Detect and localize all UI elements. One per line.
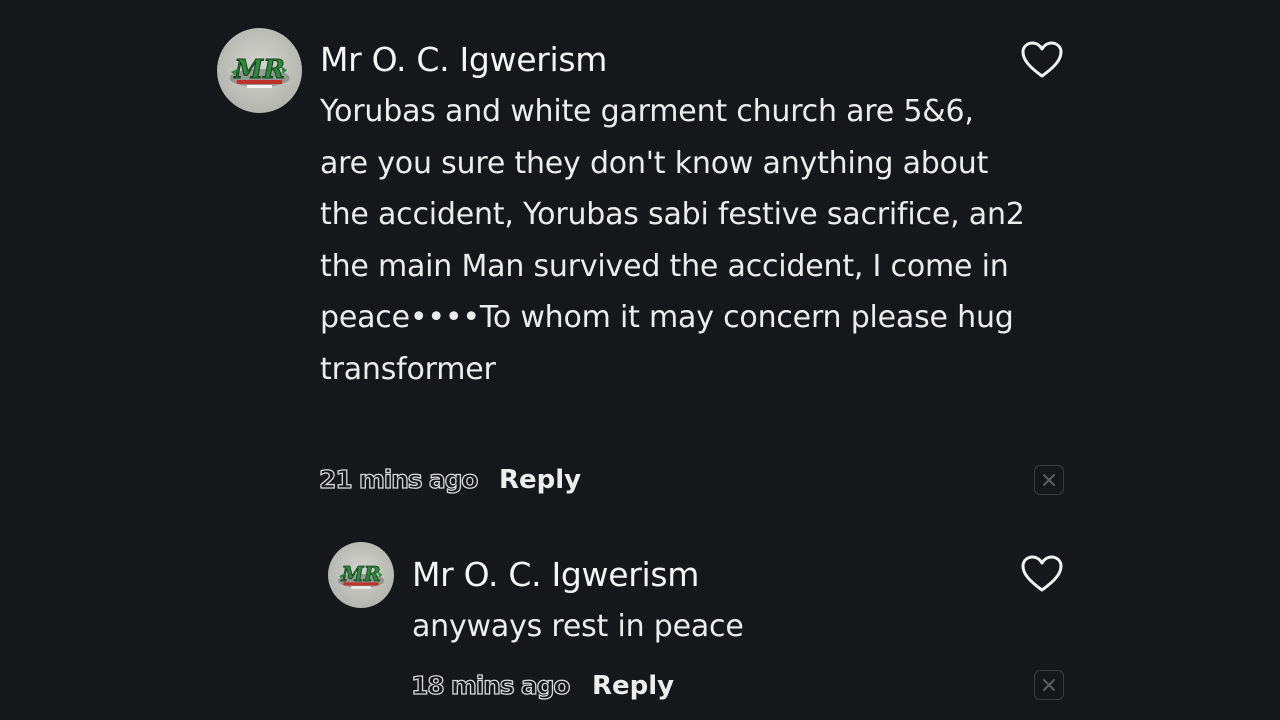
comment-line: peace••••To whom it may concern please h… [320, 300, 1014, 335]
dismiss-button[interactable] [1034, 670, 1064, 700]
heart-outline-icon [1021, 555, 1063, 592]
comment-line: the accident, Yorubas sabi festive sacri… [320, 197, 1025, 232]
comment-timestamp: 21 mins ago [318, 464, 479, 494]
comment-body: anyways rest in peace [412, 609, 744, 644]
comment-line: transformer [320, 351, 496, 387]
mr-logo-icon: MR [229, 55, 290, 88]
like-button[interactable] [1020, 40, 1064, 80]
mr-logo-icon: MR [337, 561, 385, 589]
dismiss-button[interactable] [1034, 465, 1064, 495]
comments-screen: MR Mr O. C. Igwerism Yorubas and white g… [0, 0, 1280, 720]
comment-body: Yorubas and white garment church are 5&6… [320, 86, 1080, 395]
comment-line: the main Man survived the accident, I co… [320, 248, 1009, 284]
comment-line: Yorubas and white garment church are 5&6… [320, 94, 974, 129]
svg-text:MR: MR [340, 562, 380, 586]
svg-text:MR: MR [233, 55, 284, 85]
comment-timestamp: 18 mins ago [410, 670, 571, 700]
user-avatar[interactable]: MR [217, 28, 302, 113]
reply-button[interactable]: Reply [592, 671, 674, 701]
comment-username[interactable]: Mr O. C. Igwerism [320, 40, 607, 79]
comment-username[interactable]: Mr O. C. Igwerism [412, 555, 699, 594]
user-avatar[interactable]: MR [328, 542, 394, 608]
comment-line: are you sure they don't know anything ab… [320, 145, 989, 181]
close-x-icon [1043, 679, 1055, 691]
reply-button[interactable]: Reply [499, 465, 581, 495]
close-x-icon [1043, 474, 1055, 486]
heart-outline-icon [1021, 41, 1063, 78]
like-button[interactable] [1020, 554, 1064, 594]
